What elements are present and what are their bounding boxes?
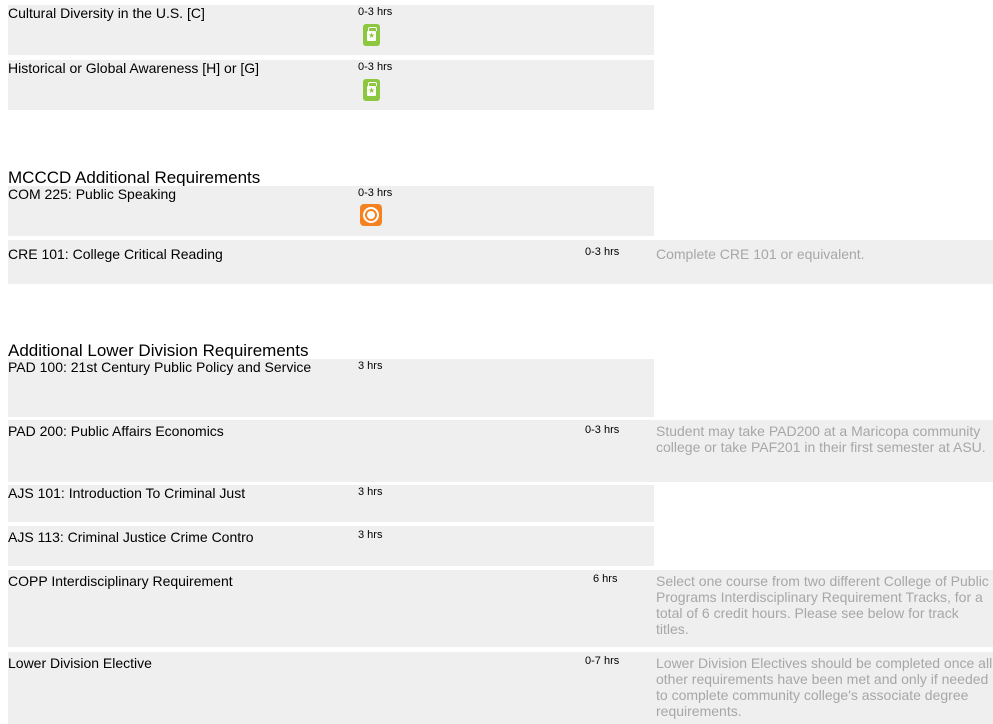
credit-hours: 0-3 hrs — [585, 424, 620, 436]
general-studies-icon[interactable] — [363, 24, 380, 46]
course-name: AJS 113: Criminal Justice Crime Contro — [8, 529, 254, 545]
course-name: COPP Interdisciplinary Requirement — [8, 573, 233, 589]
course-name: Lower Division Elective — [8, 655, 152, 671]
requirement-note: Select one course from two different Col… — [656, 573, 989, 637]
course-name: Historical or Global Awareness [H] or [G… — [8, 60, 260, 76]
course-name: COM 225: Public Speaking — [8, 186, 177, 202]
credit-hours: 0-3 hrs — [585, 246, 620, 258]
requirement-row: AJS 113: Criminal Justice Crime Contro 3… — [8, 526, 654, 566]
requirement-row: COM 225: Public Speaking 0-3 hrs — [8, 186, 654, 236]
section-title-mcccd: MCCCD Additional Requirements — [8, 168, 261, 187]
credit-hours: 3 hrs — [358, 486, 383, 498]
requirement-row: Lower Division Elective 0-7 hrs Lower Di… — [8, 652, 993, 724]
requirement-row: Historical or Global Awareness [H] or [G… — [8, 60, 654, 110]
course-name: AJS 101: Introduction To Criminal Just — [8, 485, 246, 501]
requirement-row: PAD 100: 21st Century Public Policy and … — [8, 359, 654, 417]
credit-hours: 6 hrs — [593, 573, 618, 585]
course-name: CRE 101: College Critical Reading — [8, 246, 223, 262]
requirement-row: PAD 200: Public Affairs Economics 0-3 hr… — [8, 420, 993, 482]
credit-hours: 0-3 hrs — [358, 187, 393, 199]
critical-course-icon[interactable] — [360, 204, 382, 226]
credit-hours: 3 hrs — [358, 529, 383, 541]
requirement-note: Lower Division Electives should be compl… — [656, 655, 993, 719]
requirement-row: Cultural Diversity in the U.S. [C] 0-3 h… — [8, 5, 654, 55]
course-name: PAD 100: 21st Century Public Policy and … — [8, 359, 312, 375]
course-name: Cultural Diversity in the U.S. [C] — [8, 5, 205, 21]
section-title-lower-division: Additional Lower Division Requirements — [8, 341, 309, 360]
credit-hours: 0-3 hrs — [358, 61, 393, 73]
credit-hours: 0-3 hrs — [358, 6, 393, 18]
requirement-row: CRE 101: College Critical Reading 0-3 hr… — [8, 240, 993, 284]
requirement-row: COPP Interdisciplinary Requirement 6 hrs… — [8, 570, 993, 647]
general-studies-icon[interactable] — [363, 79, 380, 101]
requirement-note: Complete CRE 101 or equivalent. — [656, 246, 865, 262]
requirement-note: Student may take PAD200 at a Maricopa co… — [656, 423, 986, 455]
credit-hours: 3 hrs — [358, 360, 383, 372]
requirement-row: AJS 101: Introduction To Criminal Just 3… — [8, 485, 654, 522]
degree-requirements-page: Cultural Diversity in the U.S. [C] 0-3 h… — [0, 0, 993, 724]
credit-hours: 0-7 hrs — [585, 655, 620, 667]
course-name: PAD 200: Public Affairs Economics — [8, 423, 224, 439]
